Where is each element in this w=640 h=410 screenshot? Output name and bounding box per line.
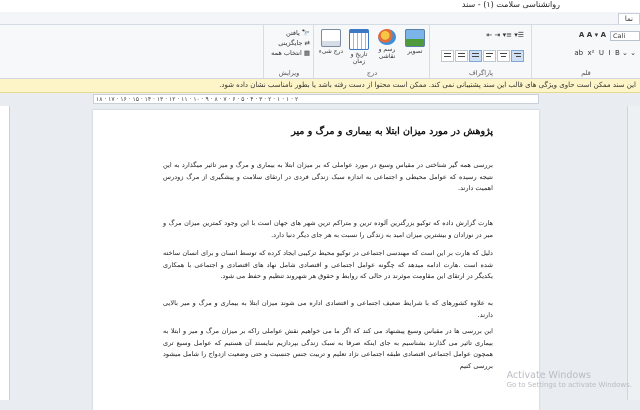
paragraph-group-label: پاراگراف	[469, 69, 493, 77]
horizontal-ruler[interactable]: ۱۸ · ۱۷ · ۱۶ · ۱۵ · ۱۴ · ۱۳ · ۱۲ · ۱۱ · …	[93, 94, 539, 104]
ribbon: Cali A A ▾ A ⌄ ⌄ ab x² U I B قلم ☰▾ ≡▾ ⇥…	[0, 25, 640, 79]
replace-icon: ⇄	[304, 39, 310, 47]
window-title: روانشناسی سلامت (۱) - سند	[461, 0, 560, 9]
watermark-line1: Activate Windows	[506, 370, 591, 381]
insert-paint-button[interactable]: رسم و نقاشی	[374, 27, 400, 63]
edit-group-label: ویرایش	[278, 69, 300, 77]
paragraph: دلیل که هارت بر این است که مهندسی اجتماع…	[163, 249, 493, 281]
ribbon-tab-row: نما	[0, 12, 640, 25]
title-bar: روانشناسی سلامت (۱) - سند	[0, 0, 640, 12]
select-all-button[interactable]: ▦ انتخاب همه	[271, 49, 310, 57]
font-group: Cali A A ▾ A ⌄ ⌄ ab x² U I B قلم	[531, 25, 640, 78]
paragraph: این بررسی ها در مقیاس وسیع پیشنهاد می کن…	[163, 327, 493, 370]
paragraph-group: ☰▾ ≡▾ ⇥ ⇤ پاراگراف	[429, 25, 532, 78]
replace-button[interactable]: ⇄ جایگزینی	[278, 39, 310, 47]
document-heading: پژوهش در مورد میزان ابتلا به بیماری و مر…	[291, 126, 493, 137]
activation-watermark: Activate Windows Go to Settings to activ…	[507, 370, 632, 389]
watermark-line2: Go to Settings to activate Windows.	[506, 381, 632, 389]
image-icon	[405, 29, 425, 47]
paragraph: بررسی همه گیر شناختی در مقیاس وسیع در مو…	[163, 161, 493, 193]
align-right-button[interactable]	[511, 50, 524, 62]
align-center-button[interactable]	[497, 50, 510, 62]
insert-object-button[interactable]: درج شیء	[318, 27, 344, 63]
paragraph: هارت گزارش داده که توکیو بزرگترین آلوده …	[163, 219, 493, 239]
ltr-button[interactable]	[441, 50, 454, 62]
ruler-numbers: ۱۸ · ۱۷ · ۱۶ · ۱۵ · ۱۴ · ۱۳ · ۱۲ · ۱۱ · …	[96, 96, 299, 103]
font-group-label: قلم	[581, 69, 591, 77]
font-format-buttons[interactable]: A A ▾ A	[579, 31, 606, 39]
binoculars-icon: 🔭	[301, 29, 310, 37]
insert-datetime-button[interactable]: تاریخ و زمان	[346, 27, 372, 65]
paragraph: به علاوه کشورهای که با شرایط ضعیف اجتماع…	[163, 299, 493, 319]
tab-view[interactable]: نما	[617, 13, 640, 24]
find-button[interactable]: 🔭 یافتن	[286, 29, 310, 37]
edit-group: 🔭 یافتن ⇄ جایگزینی ▦ انتخاب همه ویرایش	[263, 25, 314, 78]
font-style-buttons[interactable]: ⌄ ⌄ ab x² U I B	[574, 49, 636, 57]
message-text: این سند ممکن است حاوی ویژگی های قالب این…	[219, 81, 636, 89]
object-icon	[321, 29, 341, 47]
insert-group-label: درج	[366, 69, 378, 77]
compatibility-message-bar: این سند ممکن است حاوی ویژگی های قالب این…	[0, 79, 640, 93]
align-left-button[interactable]	[483, 50, 496, 62]
font-name-box[interactable]: Cali	[610, 31, 640, 41]
document-page[interactable]: پژوهش در مورد میزان ابتلا به بیماری و مر…	[93, 110, 539, 410]
justify-button[interactable]	[469, 50, 482, 62]
calendar-icon	[349, 29, 369, 50]
list-buttons[interactable]: ☰▾ ≡▾ ⇥ ⇤	[486, 31, 524, 39]
vertical-scrollbar[interactable]	[627, 106, 640, 400]
insert-picture-button[interactable]: تصویر	[402, 27, 428, 63]
paint-icon	[378, 29, 396, 45]
rtl-button[interactable]	[455, 50, 468, 62]
vertical-ruler	[0, 106, 10, 400]
select-all-icon: ▦	[303, 49, 310, 57]
insert-group: تصویر رسم و نقاشی تاریخ و زمان درج شیء د…	[313, 25, 430, 78]
